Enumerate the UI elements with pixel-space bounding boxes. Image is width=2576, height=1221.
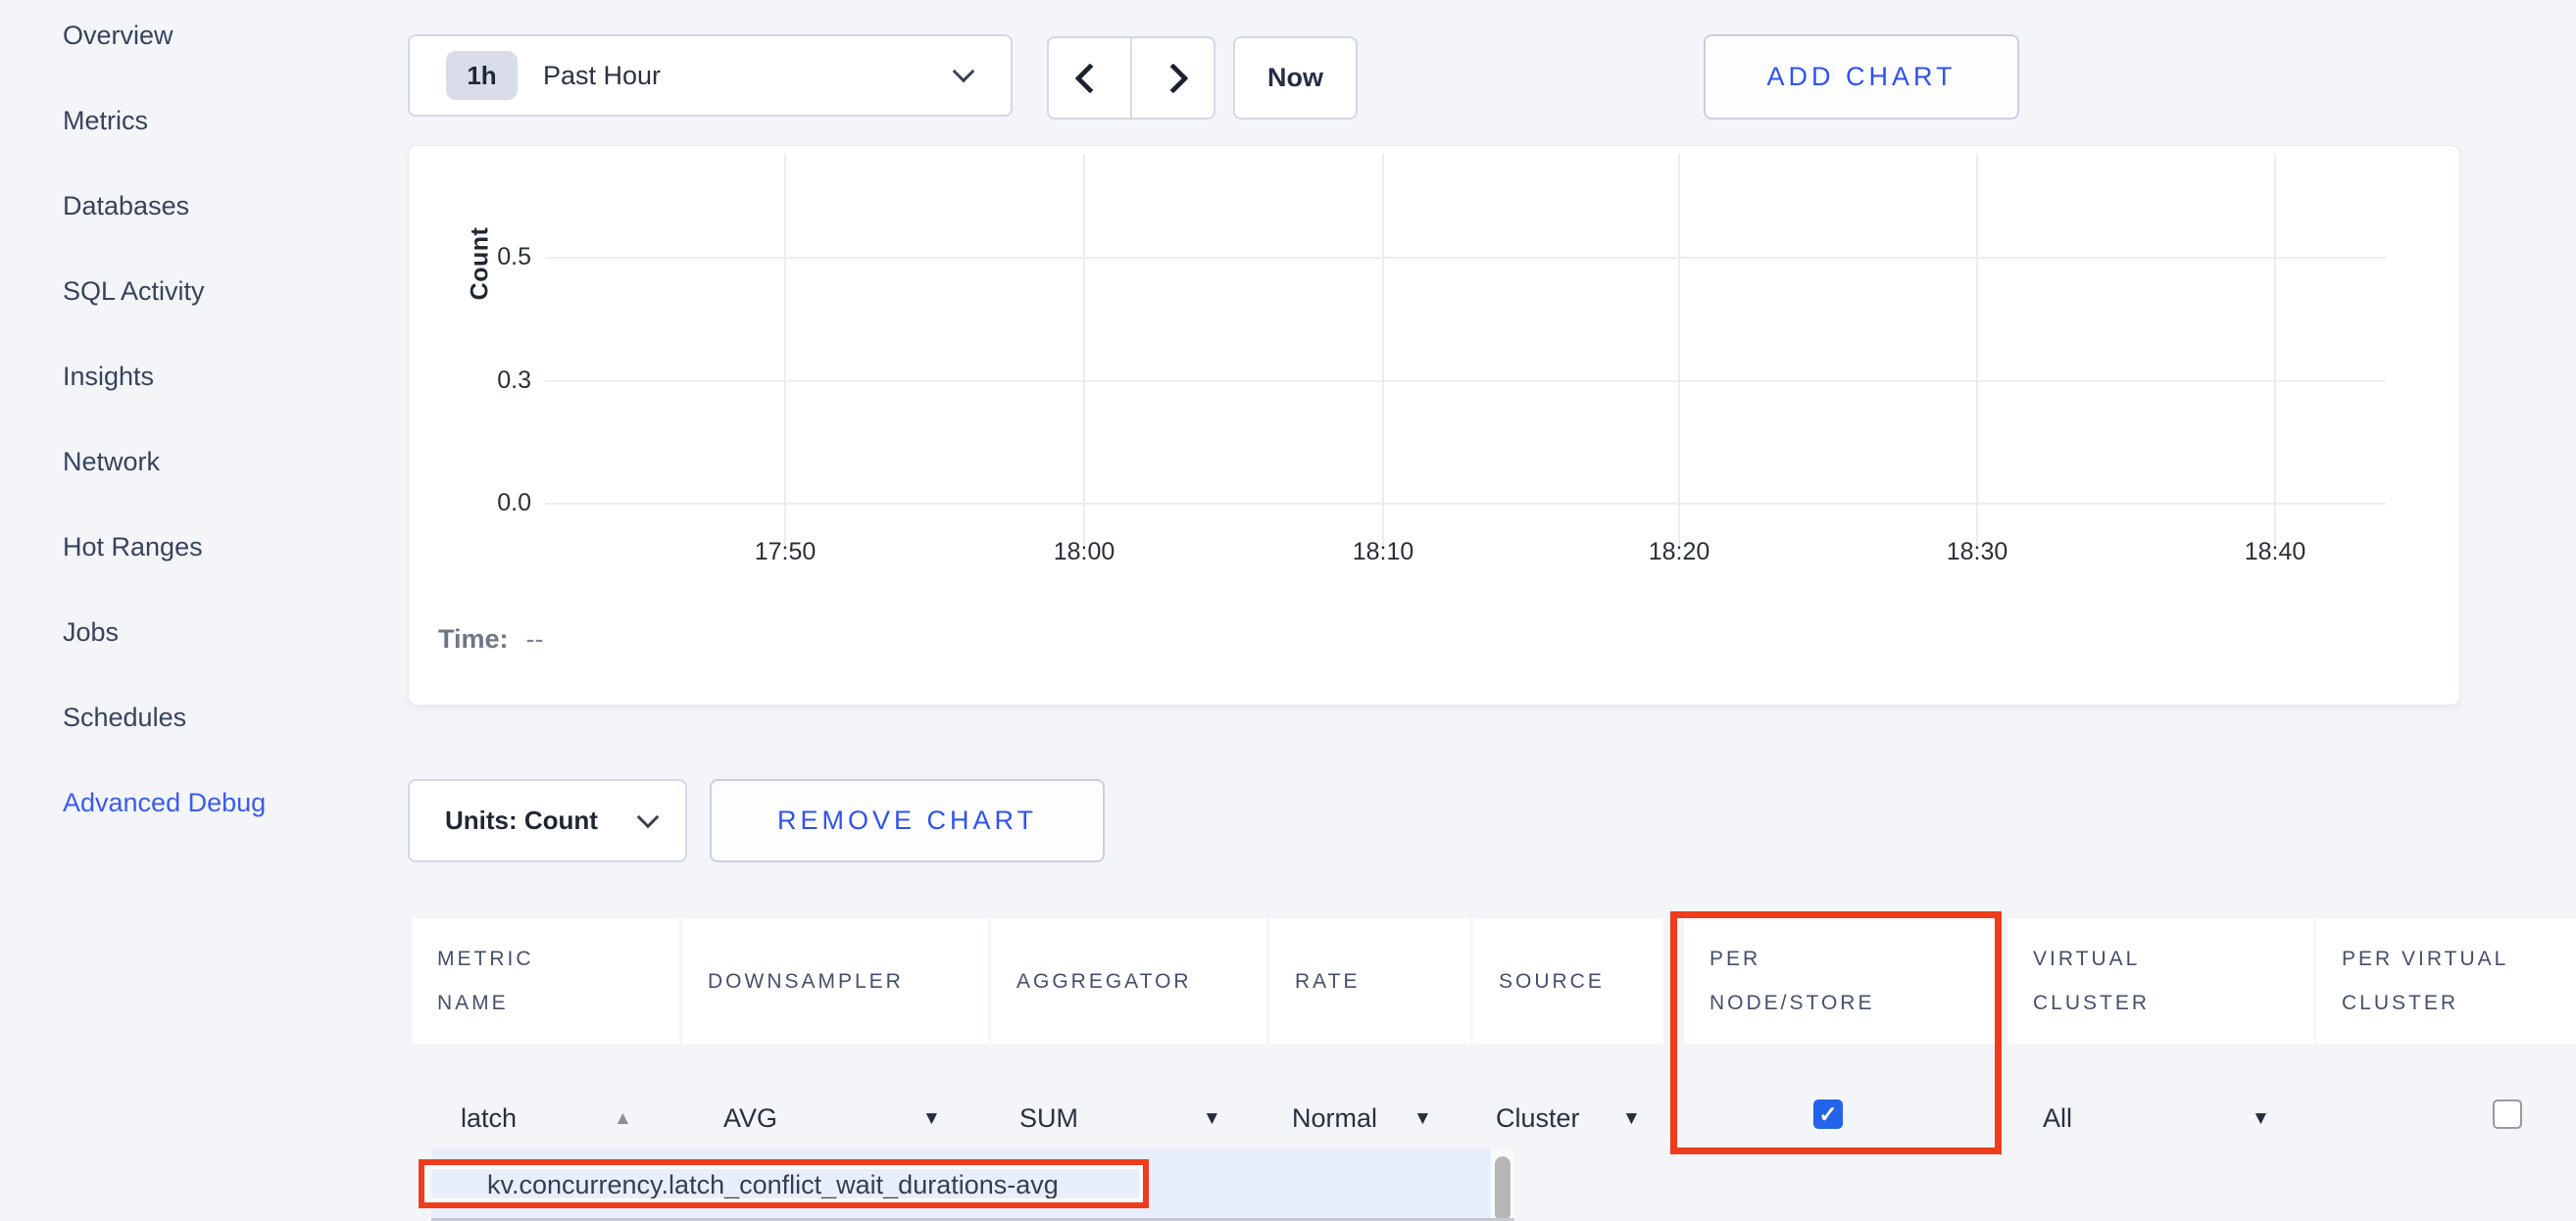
- column-header-metric-name: METRIC NAME: [412, 918, 679, 1044]
- add-chart-button[interactable]: ADD CHART: [1704, 34, 2019, 120]
- column-header-per-virtual-cluster: PER VIRTUAL CLUSTER: [2316, 918, 2576, 1044]
- chevron-down-icon: [953, 61, 975, 83]
- y-tick-label: 0.3: [443, 366, 531, 395]
- x-tick-label: 18:10: [1310, 538, 1457, 566]
- per-virtual-cluster-checkbox[interactable]: [2493, 1099, 2522, 1129]
- caret-down-icon[interactable]: ▼: [2252, 1108, 2270, 1130]
- prev-time-button[interactable]: [1049, 38, 1130, 118]
- x-tick-label: 18:40: [2202, 538, 2349, 566]
- caret-down-icon[interactable]: ▼: [922, 1108, 941, 1130]
- gridline-vertical: [784, 154, 786, 546]
- caret-down-icon[interactable]: ▼: [1622, 1108, 1641, 1130]
- column-header-per-node-store: PER NODE/STORE: [1684, 918, 1996, 1044]
- sidebar: Overview Metrics Databases SQL Activity …: [63, 20, 396, 872]
- source-select[interactable]: Cluster: [1496, 1103, 1580, 1134]
- check-icon: ✓: [1818, 1101, 1837, 1127]
- sidebar-item-overview[interactable]: Overview: [63, 20, 396, 51]
- chevron-left-icon: [1074, 63, 1105, 93]
- chart-hover-readout: Time: --: [438, 624, 544, 655]
- time-nav-buttons: [1047, 36, 1215, 120]
- column-header-virtual-cluster: VIRTUAL CLUSTER: [2007, 918, 2313, 1044]
- per-node-store-checkbox[interactable]: ✓: [1813, 1099, 1843, 1129]
- caret-down-icon[interactable]: ▼: [1203, 1108, 1221, 1130]
- gridline-vertical: [1083, 154, 1085, 546]
- sidebar-item-schedules[interactable]: Schedules: [63, 702, 396, 733]
- y-tick-label: 0.0: [443, 488, 531, 517]
- gridline-vertical: [1678, 154, 1680, 546]
- sidebar-item-hot-ranges[interactable]: Hot Ranges: [63, 531, 396, 562]
- sidebar-item-advanced-debug[interactable]: Advanced Debug: [63, 787, 396, 818]
- time-range-badge: 1h: [446, 51, 518, 100]
- sidebar-item-databases[interactable]: Databases: [63, 190, 396, 221]
- column-header-aggregator: AGGREGATOR: [991, 918, 1266, 1044]
- gridline-horizontal: [545, 257, 2386, 259]
- downsampler-select[interactable]: AVG: [723, 1103, 777, 1134]
- caret-down-icon[interactable]: ▼: [1413, 1108, 1432, 1130]
- sidebar-item-network[interactable]: Network: [63, 446, 396, 477]
- sidebar-item-insights[interactable]: Insights: [63, 361, 396, 392]
- dropdown-scrollbar-thumb[interactable]: [1495, 1156, 1511, 1221]
- gridline-vertical: [1382, 154, 1384, 546]
- gridline-vertical: [1976, 154, 1978, 546]
- time-range-label: Past Hour: [543, 61, 661, 91]
- x-tick-label: 18:00: [1011, 538, 1158, 566]
- metric-name-input[interactable]: [461, 1098, 608, 1139]
- rate-select[interactable]: Normal: [1292, 1103, 1377, 1134]
- column-header-rate: RATE: [1269, 918, 1470, 1044]
- next-time-button[interactable]: [1130, 38, 1214, 118]
- column-header-source: SOURCE: [1473, 918, 1662, 1044]
- time-readout-value: --: [526, 624, 544, 654]
- sidebar-item-jobs[interactable]: Jobs: [63, 616, 396, 648]
- x-tick-label: 18:20: [1606, 538, 1753, 566]
- gridline-horizontal: [545, 503, 2386, 505]
- x-tick-label: 18:30: [1904, 538, 2051, 566]
- y-tick-label: 0.5: [443, 242, 531, 271]
- time-readout-label: Time:: [438, 624, 509, 654]
- chevron-right-icon: [1158, 63, 1188, 93]
- aggregator-select[interactable]: SUM: [1019, 1103, 1078, 1134]
- metric-suggestion-item[interactable]: kv.concurrency.latch_conflict_wait_durat…: [487, 1170, 1059, 1200]
- sidebar-item-sql-activity[interactable]: SQL Activity: [63, 275, 396, 307]
- chevron-down-icon: [637, 806, 660, 828]
- units-select[interactable]: Units: Count: [408, 779, 687, 862]
- gridline-horizontal: [545, 380, 2386, 382]
- gridline-vertical: [2274, 154, 2276, 546]
- virtual-cluster-select[interactable]: All: [2043, 1103, 2072, 1134]
- units-select-label: Units: Count: [445, 806, 598, 836]
- x-tick-label: 17:50: [712, 538, 859, 566]
- now-button[interactable]: Now: [1233, 36, 1358, 120]
- remove-chart-button[interactable]: REMOVE CHART: [710, 779, 1105, 862]
- caret-up-icon[interactable]: ▲: [614, 1108, 632, 1130]
- column-header-downsampler: DOWNSAMPLER: [682, 918, 988, 1044]
- chart-panel[interactable]: Count 0.5 0.3 0.0 17:50 18:00 18:10 18:2…: [408, 145, 2460, 706]
- time-range-select[interactable]: 1h Past Hour: [408, 34, 1013, 117]
- sidebar-item-metrics[interactable]: Metrics: [63, 105, 396, 136]
